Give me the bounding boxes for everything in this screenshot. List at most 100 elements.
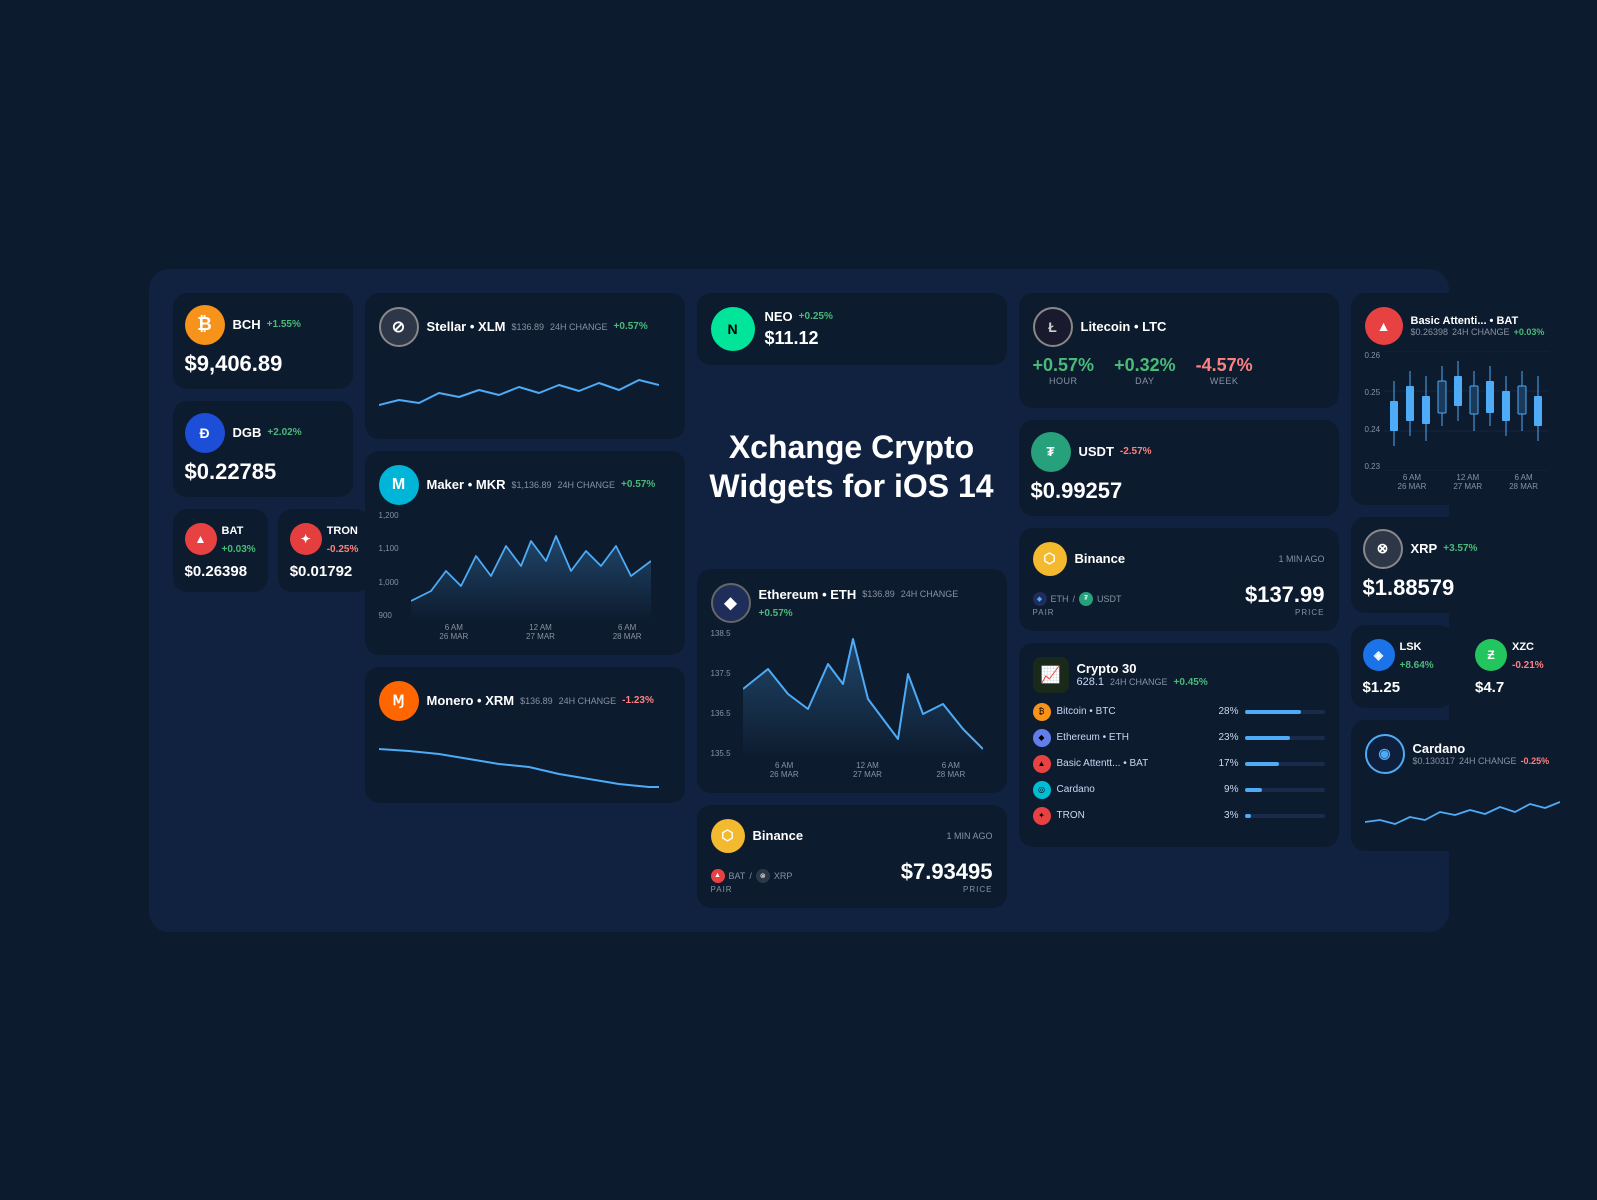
xzc-card: Ƶ XZC -0.21% $4.7 [1463,625,1566,708]
crypto30-name: Crypto 30 [1077,661,1137,676]
maker-name: Maker • MKR [427,477,506,492]
eth-change: +0.57% [759,608,793,619]
column-2: ⊘ Stellar • XLM $136.89 24H CHANGE +0.57… [365,293,685,803]
crypto30-icon: 📈 [1033,657,1069,693]
usdt-price: $0.99257 [1031,478,1327,504]
xzc-name: XZC [1512,641,1534,653]
litecoin-icon: Ł [1033,307,1073,347]
monero-24h-label: 24H CHANGE [559,696,617,706]
ethereum-icon: ◆ [711,583,751,623]
monero-price-small: $136.89 [520,696,553,706]
dgb-card: Ð DGB +2.02% $0.22785 [173,401,353,497]
dashboard-title: Xchange Crypto Widgets for iOS 14 [707,428,997,505]
ltc-day: +0.32% DAY [1114,355,1176,386]
maker-24h-label: 24H CHANGE [558,480,616,490]
monero-chart [379,729,671,789]
lsk-card: ◈ LSK +8.64% $1.25 [1351,625,1454,708]
crypto30-eth-icon: ◆ [1033,729,1051,747]
bat-main-fullname: Basic Attenti... • BAT [1411,315,1519,327]
xzc-change: -0.21% [1512,660,1544,671]
xzc-price: $4.7 [1475,679,1554,696]
xrp-card: ⊗ XRP +3.57% $1.88579 [1351,517,1566,613]
ethereum-card: ◆ Ethereum • ETH $136.89 24H CHANGE +0.5… [697,569,1007,793]
ltc-day-val: +0.32% [1114,355,1176,376]
bat-main-change: +0.03% [1514,327,1545,337]
maker-chart: 1,200 1,100 1,000 900 [379,511,671,641]
dashboard: ₿ BCH +1.55% $9,406.89 Ð DGB [149,269,1449,932]
stellar-name: Stellar • XLM [427,319,506,334]
cardano-price-sm: $0.130317 [1413,756,1456,766]
xrp-icon: ⊗ [1363,529,1403,569]
usdt-change: -2.57% [1120,446,1152,457]
bat-small-icon: ▲ [185,523,217,555]
bat-tron-row: ▲ BAT +0.03% $0.26398 ✦ TRON -0.25 [173,509,353,592]
cardano-chart [1365,782,1552,837]
column-3: N NEO +0.25% $11.12 Xchange Crypto Widge… [697,293,1007,908]
tron-card: ✦ TRON -0.25% $0.01792 [278,509,371,592]
dgb-name: DGB [233,425,262,440]
bat-small-change: +0.03% [222,544,256,555]
binance-eth-icon: ⬡ [1033,542,1067,576]
cardano-icon: ◉ [1365,734,1405,774]
cardano-card: ◉ Cardano $0.130317 24H CHANGE -0.25% [1351,720,1566,851]
stellar-chart [379,355,671,425]
bat-main-price-sm: $0.26398 [1411,327,1449,337]
maker-price-small: $1,136.89 [511,480,551,490]
bat-24h-label: 24H CHANGE [1452,327,1510,337]
ltc-hour-label: HOUR [1033,376,1095,386]
bat-main-card: ▲ Basic Attenti... • BAT $0.26398 24H CH… [1351,293,1566,505]
monero-card: Ɱ Monero • XRM $136.89 24H CHANGE -1.23% [365,667,685,803]
neo-price: $11.12 [765,328,833,349]
neo-card: N NEO +0.25% $11.12 [697,293,1007,365]
binance-eth-price: $137.99 [1245,582,1325,608]
bch-icon: ₿ [185,305,225,345]
tron-icon: ✦ [290,523,322,555]
binance-bat-time: 1 MIN AGO [946,831,992,841]
tron-price: $0.01792 [290,563,359,580]
stellar-change: +0.57% [614,321,648,332]
xrp-change: +3.57% [1443,543,1477,554]
column-4: Ł Litecoin • LTC +0.57% HOUR +0.32% DAY … [1019,293,1339,847]
bat-small-card: ▲ BAT +0.03% $0.26398 [173,509,268,592]
cardano-change: -0.25% [1521,756,1550,766]
bat-small-price: $0.26398 [185,563,256,580]
cardano-24h-label: 24H CHANGE [1459,756,1517,766]
ltc-changes: +0.57% HOUR +0.32% DAY -4.57% WEEK [1033,355,1325,386]
crypto30-bat: ▲ Basic Attentt... • BAT 17% [1033,755,1325,773]
binance-bat-card: ⬡ Binance 1 MIN AGO ▲ BAT / ⊗ XRP [697,805,1007,908]
ethereum-chart: 138.5 137.5 136.5 135.5 [711,629,993,779]
crypto30-ada-icon: ◎ [1033,781,1051,799]
binance-eth-price-label: PRICE [1245,608,1325,617]
lsk-name: LSK [1400,641,1422,653]
binance-bat-price: $7.93495 [901,859,993,885]
ethereum-name: Ethereum • ETH [759,587,857,602]
crypto30-list: ₿ Bitcoin • BTC 28% ◆ Ethereum • ETH 23%… [1033,703,1325,825]
neo-name: NEO [765,309,793,324]
bat-main-icon: ▲ [1365,307,1403,345]
bch-card: ₿ BCH +1.55% $9,406.89 [173,293,353,389]
ltc-hour: +0.57% HOUR [1033,355,1095,386]
litecoin-name: Litecoin • LTC [1081,319,1167,334]
crypto30-btc: ₿ Bitcoin • BTC 28% [1033,703,1325,721]
dgb-price: $0.22785 [185,459,341,485]
bch-name: BCH [233,317,261,332]
crypto30-ada: ◎ Cardano 9% [1033,781,1325,799]
stellar-icon: ⊘ [379,307,419,347]
usdt-name: USDT [1079,444,1114,459]
crypto30-trx: ✦ TRON 3% [1033,807,1325,825]
binance-bat-price-label: PRICE [901,885,993,894]
stellar-card: ⊘ Stellar • XLM $136.89 24H CHANGE +0.57… [365,293,685,439]
column-1: ₿ BCH +1.55% $9,406.89 Ð DGB [173,293,353,592]
lsk-icon: ◈ [1363,639,1395,671]
crypto30-trx-icon: ✦ [1033,807,1051,825]
litecoin-card: Ł Litecoin • LTC +0.57% HOUR +0.32% DAY … [1019,293,1339,408]
neo-change: +0.25% [799,311,833,322]
binance-eth-name: Binance [1075,551,1126,566]
dgb-icon: Ð [185,413,225,453]
xrp-price: $1.88579 [1363,575,1554,601]
crypto30-eth: ◆ Ethereum • ETH 23% [1033,729,1325,747]
ltc-week-val: -4.57% [1196,355,1253,376]
crypto30-bat-icon: ▲ [1033,755,1051,773]
bch-price: $9,406.89 [185,351,341,377]
maker-change: +0.57% [621,479,655,490]
